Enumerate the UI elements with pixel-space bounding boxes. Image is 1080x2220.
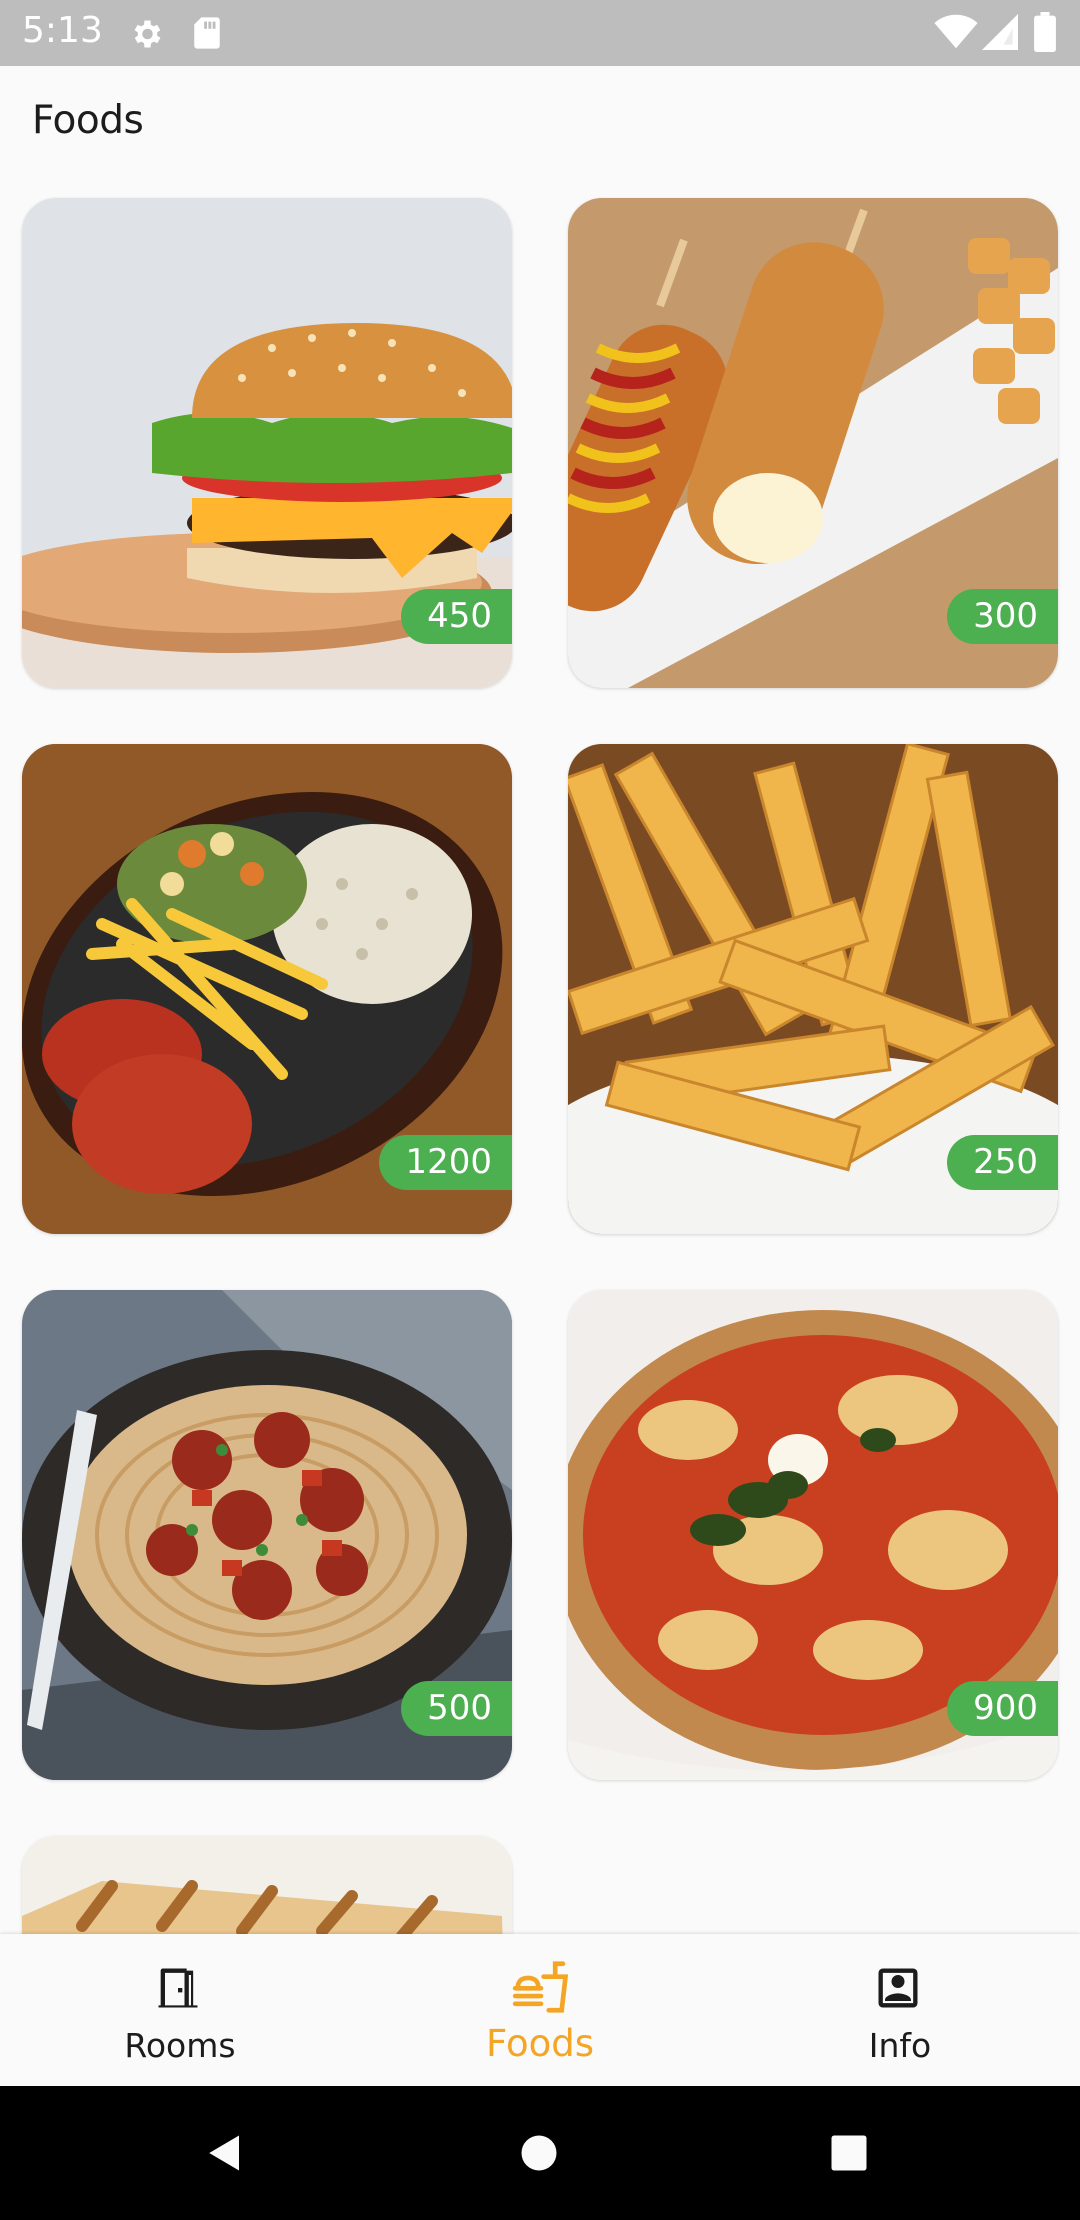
- home-icon[interactable]: [518, 2132, 560, 2174]
- nav-label-foods: Foods: [485, 2022, 594, 2065]
- grilled-sandwich-image: [22, 1836, 512, 1934]
- bottom-navigation: Rooms Foods Info: [0, 1934, 1080, 2086]
- food-card-french-fries[interactable]: 250: [568, 744, 1058, 1234]
- food-card-sizzler-platter[interactable]: 1200: [22, 744, 512, 1234]
- price-badge: 250: [947, 1135, 1058, 1190]
- price-badge: 300: [947, 589, 1058, 644]
- nav-item-info[interactable]: Info: [720, 1934, 1080, 2086]
- food-card-spaghetti-meatballs[interactable]: 500: [22, 1290, 512, 1780]
- food-card-pizza[interactable]: 900: [568, 1290, 1058, 1780]
- back-icon[interactable]: [204, 2132, 246, 2174]
- price-badge: 450: [401, 589, 512, 644]
- food-card-burger[interactable]: 450: [22, 198, 512, 688]
- price-badge: 1200: [379, 1135, 512, 1190]
- nav-item-foods[interactable]: Foods: [360, 1934, 720, 2086]
- food-grid[interactable]: 450 300 1200 250 500 900: [0, 0, 1080, 1934]
- system-navigation-bar: [0, 2086, 1080, 2220]
- nav-label-rooms: Rooms: [124, 2026, 236, 2065]
- fastfood-icon: [512, 1961, 569, 2013]
- price-badge: 500: [401, 1681, 512, 1736]
- nav-label-info: Info: [868, 2026, 932, 2065]
- recents-icon[interactable]: [828, 2132, 870, 2174]
- food-card-grilled-sandwich[interactable]: [22, 1836, 512, 1934]
- nav-item-rooms[interactable]: Rooms: [0, 1934, 360, 2086]
- contact-card-icon: [878, 1968, 918, 2008]
- door-icon: [158, 1968, 198, 2008]
- price-badge: 900: [947, 1681, 1058, 1736]
- food-card-corn-dogs[interactable]: 300: [568, 198, 1058, 688]
